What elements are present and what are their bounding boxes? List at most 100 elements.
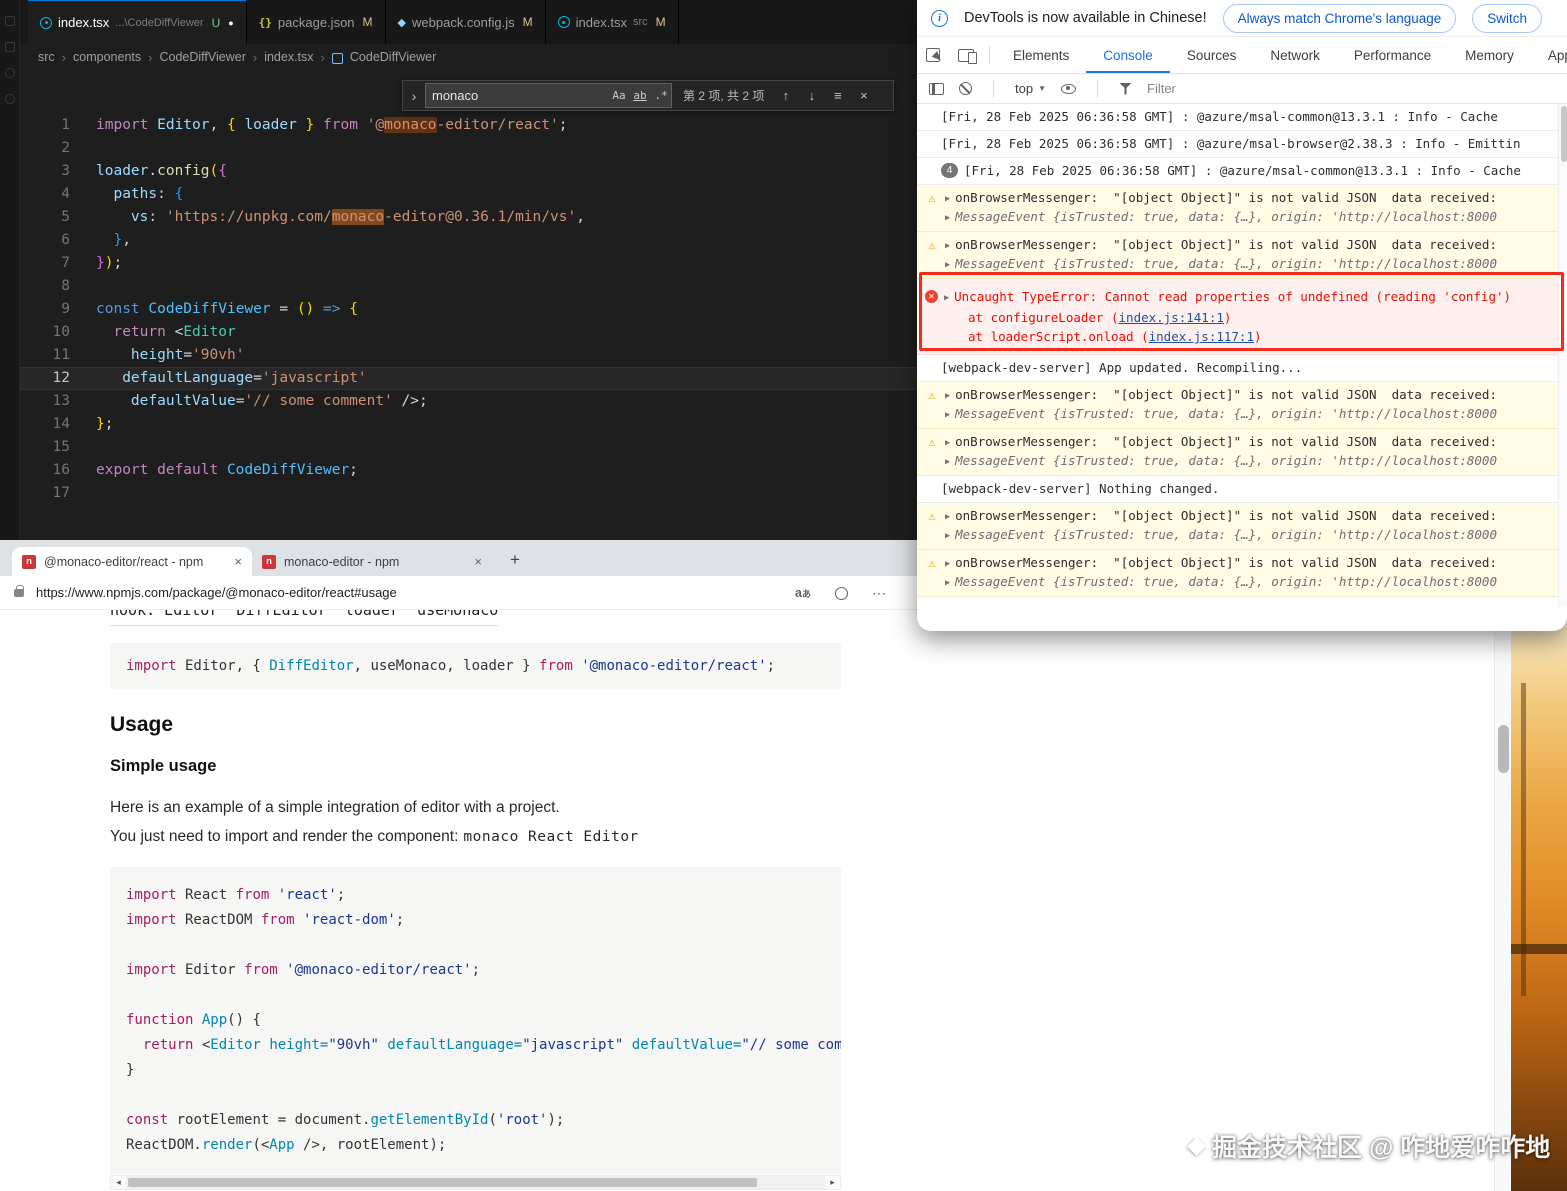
code-line[interactable]: 10 return <Editor (20, 321, 917, 344)
code-line[interactable]: 11 height='90vh' (20, 344, 917, 367)
clipped-exports-line: hook: Editor DiffEditor loader useMonaco (110, 610, 498, 626)
vertical-scrollbar[interactable] (1494, 610, 1511, 1191)
code-line[interactable]: 6 }, (20, 229, 917, 252)
expand-arrow-icon[interactable]: ▶ (945, 237, 950, 255)
console-sidebar-icon[interactable] (929, 83, 944, 95)
vscode-tab[interactable]: {}package.jsonM (247, 0, 386, 44)
scrollbar-thumb[interactable] (128, 1178, 757, 1187)
live-expression-icon[interactable] (1061, 84, 1076, 94)
code-line[interactable]: 7}); (20, 252, 917, 275)
console-prompt[interactable]: › (917, 597, 1567, 607)
code-token: Editor (157, 117, 209, 133)
close-tab-icon[interactable]: × (474, 554, 482, 569)
expand-arrow-icon[interactable]: ▶ (945, 434, 950, 452)
code-line[interactable]: 5 vs: 'https://unpkg.com/monaco-editor@0… (20, 206, 917, 229)
code-line[interactable]: 17 (20, 482, 917, 505)
whole-word-icon[interactable]: ab (630, 86, 650, 106)
code-line[interactable]: 4 paths: { (20, 183, 917, 206)
vscode-tab[interactable]: index.tsxsrcM (546, 0, 679, 44)
source-link[interactable]: index.js:117:1 (1149, 329, 1254, 344)
refresh-icon[interactable] (835, 587, 848, 600)
devtools-tab-performance[interactable]: Performance (1337, 37, 1448, 73)
console-warning: ⚠▶onBrowserMessenger: "[object Object]" … (917, 550, 1567, 597)
lock-icon[interactable] (14, 589, 24, 597)
match-language-button[interactable]: Always match Chrome's language (1223, 4, 1457, 33)
clear-console-icon[interactable] (959, 82, 972, 95)
translate-icon[interactable]: aあ (795, 586, 811, 600)
devtools-tab-memory[interactable]: Memory (1448, 37, 1531, 73)
activity-icon[interactable] (5, 94, 15, 104)
code-line[interactable]: 15 (20, 436, 917, 459)
activity-icon[interactable] (5, 42, 15, 52)
expand-arrow-icon[interactable]: ▶ (945, 555, 950, 573)
expand-arrow-icon[interactable]: ▶ (945, 190, 950, 208)
expand-arrow-icon[interactable]: ▶ (945, 508, 950, 526)
regex-icon[interactable]: .* (651, 86, 671, 106)
match-case-icon[interactable]: Aa (609, 86, 629, 106)
expand-arrow-icon[interactable]: ▶ (945, 406, 950, 424)
expand-arrow-icon[interactable]: ▶ (945, 387, 950, 405)
expand-arrow-icon[interactable]: ▶ (945, 453, 950, 471)
devtools-tab-network[interactable]: Network (1253, 37, 1337, 73)
breadcrumb-item[interactable]: src (38, 50, 55, 64)
code-line[interactable]: 8 (20, 275, 917, 298)
code-token: height= (269, 1037, 328, 1053)
horizontal-scrollbar[interactable]: ◂ ▸ (110, 1175, 841, 1190)
vscode-tab[interactable]: index.tsx...\CodeDiffViewerU● (28, 0, 247, 44)
source-link[interactable]: index.js:141:1 (1119, 310, 1224, 325)
previous-match-icon[interactable]: ↑ (775, 85, 796, 106)
code-line[interactable]: 2 (20, 137, 917, 160)
close-tab-icon[interactable]: × (234, 554, 242, 569)
devtools-tab-console[interactable]: Console (1086, 37, 1170, 73)
scrollbar-thumb[interactable] (1498, 725, 1509, 773)
address-bar[interactable]: https://www.npmjs.com/package/@monaco-ed… (36, 585, 397, 600)
devtools-tab-sources[interactable]: Sources (1170, 37, 1254, 73)
code-line[interactable]: 9const CodeDiffViewer = () => { (20, 298, 917, 321)
filter-input[interactable]: Filter (1147, 81, 1176, 96)
new-tab-icon[interactable]: + (502, 547, 528, 573)
breadcrumb-item[interactable]: index.tsx (264, 50, 313, 64)
code-line[interactable]: 12 defaultLanguage='javascript' (20, 367, 917, 390)
code-line[interactable]: 16export default CodeDiffViewer; (20, 459, 917, 482)
more-icon[interactable]: ⋯ (872, 585, 887, 602)
breadcrumb-item[interactable]: CodeDiffViewer (350, 50, 436, 64)
expand-arrow-icon[interactable]: ▶ (945, 527, 950, 545)
device-toolbar-icon[interactable] (958, 49, 974, 62)
expand-arrow-icon[interactable]: ▶ (944, 289, 949, 308)
scroll-right-icon[interactable]: ▸ (825, 1177, 840, 1188)
expand-arrow-icon[interactable]: ▶ (945, 574, 950, 592)
scrollbar-track[interactable] (126, 1176, 825, 1189)
code-line[interactable]: 1import Editor, { loader } from '@monaco… (20, 114, 917, 137)
expand-arrow-icon[interactable]: ▶ (945, 256, 950, 274)
devtools-tab-application[interactable]: Application (1531, 37, 1567, 73)
vscode-tab[interactable]: ◆webpack.config.jsM (386, 0, 546, 44)
unsaved-dot-icon[interactable]: ● (228, 18, 233, 28)
breadcrumb-item[interactable]: CodeDiffViewer (159, 50, 245, 64)
code-line[interactable]: 3loader.config({ (20, 160, 917, 183)
console-scrollbar[interactable] (1558, 104, 1567, 607)
breadcrumb-item[interactable]: components (73, 50, 141, 64)
code-line[interactable]: 13 defaultValue='// some comment' />; (20, 390, 917, 413)
browser-tab[interactable]: n@monaco-editor/react - npm× (12, 547, 252, 576)
context-selector[interactable]: top▼ (1015, 81, 1046, 96)
browser-tab[interactable]: nmonaco-editor - npm× (252, 547, 492, 576)
vscode-editor[interactable]: 1import Editor, { loader } from '@monaco… (20, 70, 917, 540)
expand-arrow-icon[interactable]: ▶ (945, 209, 950, 227)
next-match-icon[interactable]: ↓ (801, 85, 822, 106)
code-token: , (210, 117, 227, 133)
activity-icon[interactable] (5, 68, 15, 78)
switch-language-button[interactable]: Switch (1472, 4, 1542, 33)
code-line[interactable]: 14}; (20, 413, 917, 436)
scrollbar-thumb[interactable] (1561, 106, 1567, 162)
devtools-tab-elements[interactable]: Elements (996, 37, 1086, 73)
close-find-icon[interactable]: × (853, 85, 874, 106)
find-input[interactable] (432, 88, 608, 103)
inspect-element-icon[interactable] (926, 48, 940, 62)
activity-icon[interactable] (5, 16, 15, 26)
scroll-left-icon[interactable]: ◂ (111, 1177, 126, 1188)
code-line-content: return <Editor (70, 321, 236, 344)
toggle-replace-icon[interactable]: › (408, 88, 420, 104)
code-token: loader (244, 117, 296, 133)
find-in-selection-icon[interactable]: ≡ (827, 85, 848, 106)
filter-icon[interactable] (1119, 83, 1132, 95)
